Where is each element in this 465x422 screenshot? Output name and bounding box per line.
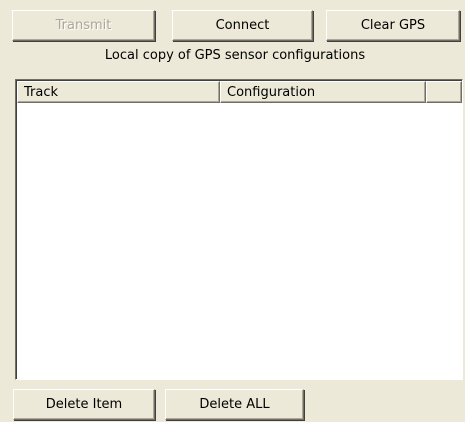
column-header-track[interactable]: Track — [17, 81, 220, 103]
connect-button[interactable]: Connect — [172, 10, 313, 41]
column-header-configuration[interactable]: Configuration — [220, 81, 426, 103]
list-body[interactable] — [17, 104, 462, 379]
gps-config-list[interactable]: Track Configuration — [15, 79, 463, 380]
list-header: Track Configuration — [17, 81, 462, 103]
delete-all-button[interactable]: Delete ALL — [165, 389, 304, 420]
column-header-empty[interactable] — [426, 81, 462, 103]
gps-config-caption: Local copy of GPS sensor configurations — [104, 48, 366, 63]
delete-item-button[interactable]: Delete Item — [13, 389, 155, 420]
clear-gps-button[interactable]: Clear GPS — [326, 10, 460, 41]
transmit-button[interactable]: Transmit — [12, 10, 155, 41]
